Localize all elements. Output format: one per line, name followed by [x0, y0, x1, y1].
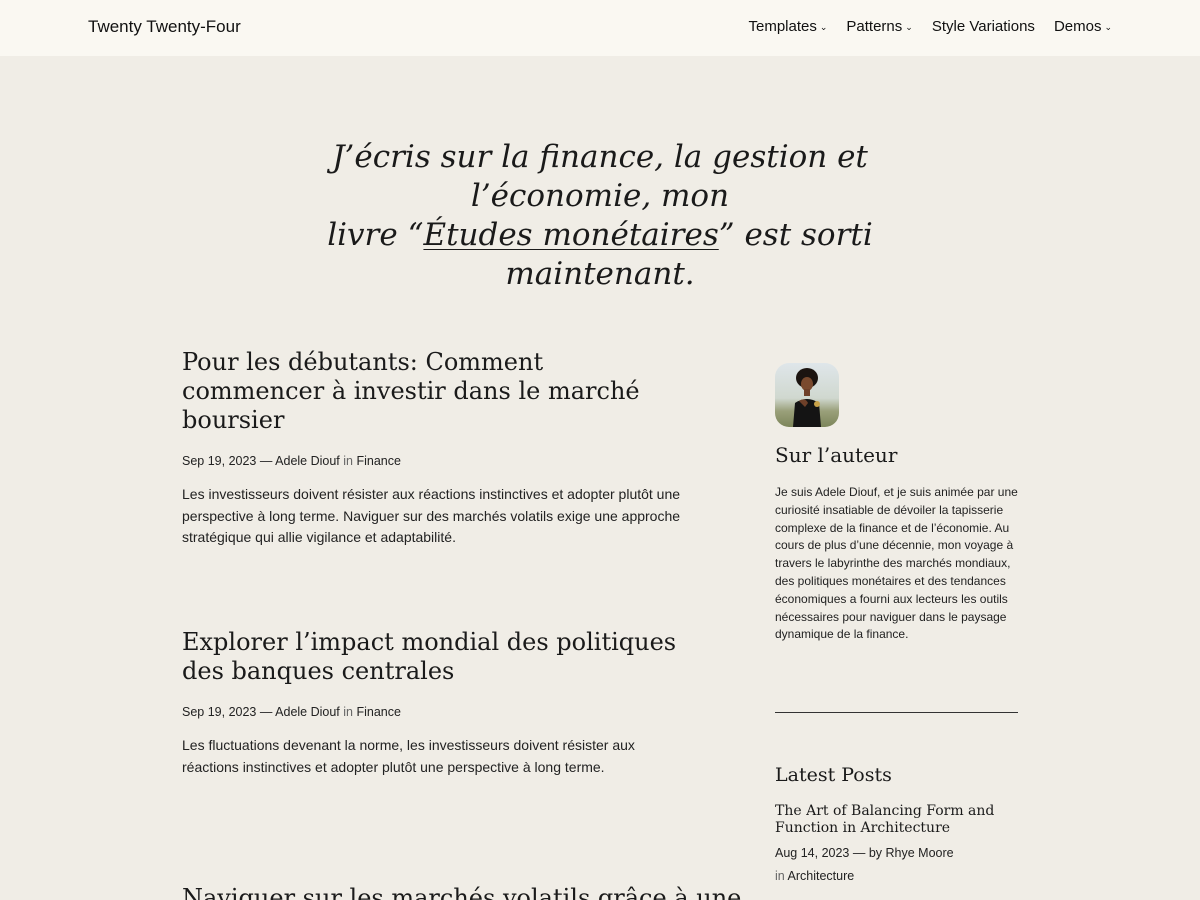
hero-line2-prefix: livre “: [327, 217, 424, 253]
nav-demos[interactable]: Demos ⌄: [1054, 18, 1112, 35]
main-nav: Templates ⌄ Patterns ⌄ Style Variations …: [748, 18, 1112, 35]
latest-post-author[interactable]: Rhye Moore: [886, 846, 954, 860]
nav-label: Style Variations: [931, 18, 1035, 35]
latest-post-title[interactable]: The Art of Balancing Form and Function i…: [775, 803, 1018, 836]
meta-separator: —: [259, 454, 273, 468]
author-heading: Sur l’auteur: [775, 443, 898, 467]
meta-in: in: [775, 869, 785, 883]
author-bio: Je suis Adele Diouf, et je suis animée p…: [775, 485, 1018, 642]
post-meta: Sep 19, 2023 — Adele Diouf in Finance: [182, 454, 682, 468]
hero-line1: J’écris sur la finance, la gestion et l’…: [332, 139, 868, 214]
post-title[interactable]: Explorer l’impact mondial des politiques…: [182, 628, 682, 686]
post-category[interactable]: Finance: [356, 454, 400, 468]
nav-patterns[interactable]: Patterns ⌄: [846, 18, 912, 35]
latest-post-by: — by: [852, 846, 883, 860]
post-card: Pour les débutants: Comment commencer à …: [182, 348, 682, 549]
author-sidebar: Sur l’auteur Je suis Adele Diouf, et je …: [775, 363, 1018, 644]
nav-style-variations[interactable]: Style Variations: [932, 18, 1035, 35]
post-date[interactable]: Sep 19, 2023: [182, 705, 256, 719]
post-title[interactable]: Pour les débutants: Comment commencer à …: [182, 348, 682, 435]
meta-in: in: [343, 705, 353, 719]
latest-post-item: The Art of Balancing Form and Function i…: [775, 803, 1018, 888]
hero-tagline: J’écris sur la finance, la gestion et l’…: [250, 138, 950, 294]
meta-in: in: [343, 454, 353, 468]
post-card: Explorer l’impact mondial des politiques…: [182, 628, 682, 778]
chevron-down-icon: ⌄: [905, 22, 913, 32]
nav-templates[interactable]: Templates ⌄: [748, 18, 827, 35]
post-date[interactable]: Sep 19, 2023: [182, 454, 256, 468]
post-excerpt: Les investisseurs doivent résister aux r…: [182, 486, 681, 545]
site-header: Twenty Twenty-Four Templates ⌄ Patterns …: [0, 0, 1200, 56]
site-title[interactable]: Twenty Twenty-Four: [88, 17, 241, 37]
post-excerpt: Les fluctuations devenant la norme, les …: [182, 737, 635, 775]
avatar: [775, 363, 839, 427]
latest-post-date: Aug 14, 2023: [775, 846, 850, 860]
latest-post-meta: Aug 14, 2023 — by Rhye Moore in Architec…: [775, 842, 1018, 888]
book-link[interactable]: Études monétaires: [423, 217, 718, 253]
nav-label: Demos: [1053, 18, 1102, 35]
author-portrait: [793, 368, 821, 427]
post-category[interactable]: Finance: [356, 705, 400, 719]
nav-label: Templates: [748, 18, 817, 35]
latest-posts-heading: Latest Posts: [775, 764, 892, 786]
latest-post-category[interactable]: Architecture: [788, 869, 855, 883]
post-meta: Sep 19, 2023 — Adele Diouf in Finance: [182, 705, 682, 719]
post-title[interactable]: Naviguer sur les marchés volatils grâce …: [182, 884, 741, 900]
post-author[interactable]: Adele Diouf: [275, 454, 340, 468]
sidebar-divider: [775, 712, 1018, 713]
meta-separator: —: [259, 705, 273, 719]
chevron-down-icon: ⌄: [1104, 22, 1112, 32]
chevron-down-icon: ⌄: [819, 22, 828, 32]
post-card: Naviguer sur les marchés volatils grâce …: [182, 884, 741, 900]
nav-label: Patterns: [846, 18, 903, 35]
post-author[interactable]: Adele Diouf: [275, 705, 340, 719]
